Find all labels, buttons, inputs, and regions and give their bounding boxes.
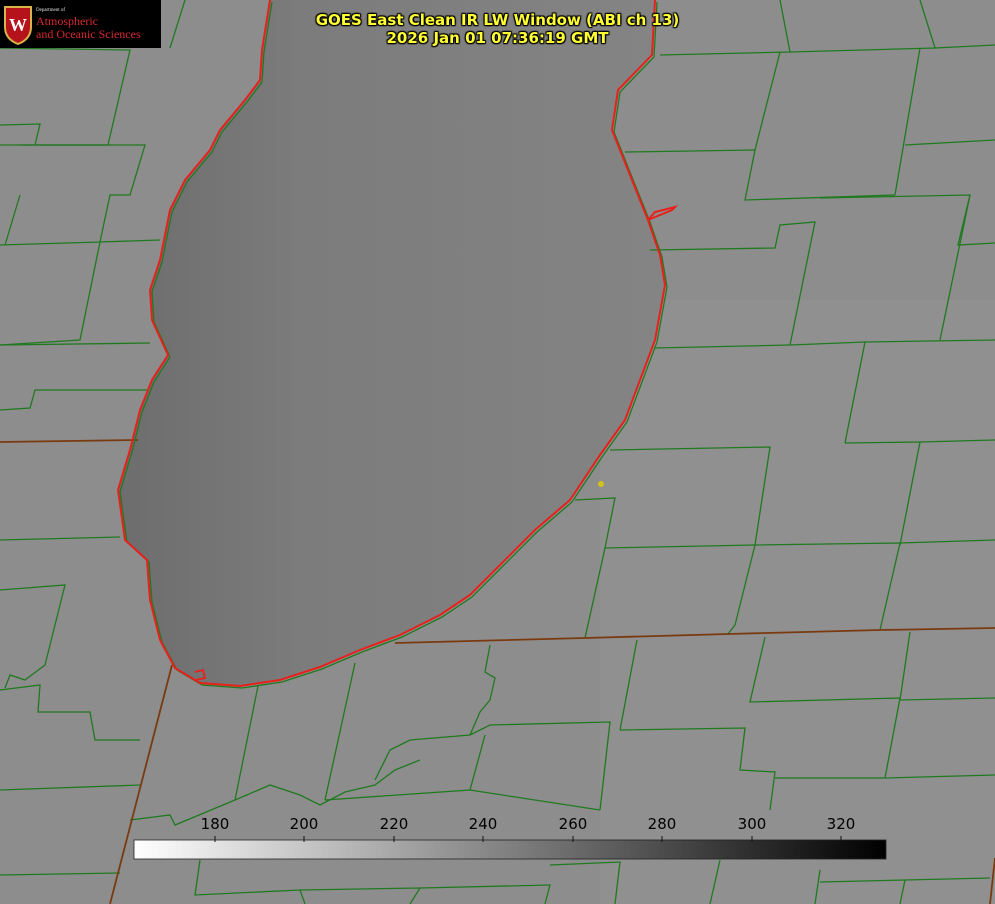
ir-satellite-map bbox=[0, 0, 995, 904]
colorbar-tick-label: 240 bbox=[468, 815, 498, 833]
colorbar-tick-label: 280 bbox=[647, 815, 677, 833]
station-marker-dot bbox=[598, 481, 604, 487]
colorbar-tick-label: 220 bbox=[379, 815, 409, 833]
image-timestamp: 2026 Jan 01 07:36:19 GMT bbox=[386, 29, 609, 47]
image-title: GOES East Clean IR LW Window (ABI ch 13) bbox=[315, 11, 680, 29]
colorbar-tick-label: 260 bbox=[558, 815, 588, 833]
land-warm-region bbox=[600, 300, 995, 904]
colorbar-tick-label: 200 bbox=[289, 815, 319, 833]
colorbar-tick-label: 320 bbox=[826, 815, 856, 833]
satellite-image-viewer: 180 200 220 240 260 280 300 320 W Depart… bbox=[0, 0, 995, 904]
colorbar-gradient bbox=[133, 839, 887, 860]
colorbar-tick-label: 300 bbox=[737, 815, 767, 833]
colorbar-tick-label: 180 bbox=[200, 815, 230, 833]
